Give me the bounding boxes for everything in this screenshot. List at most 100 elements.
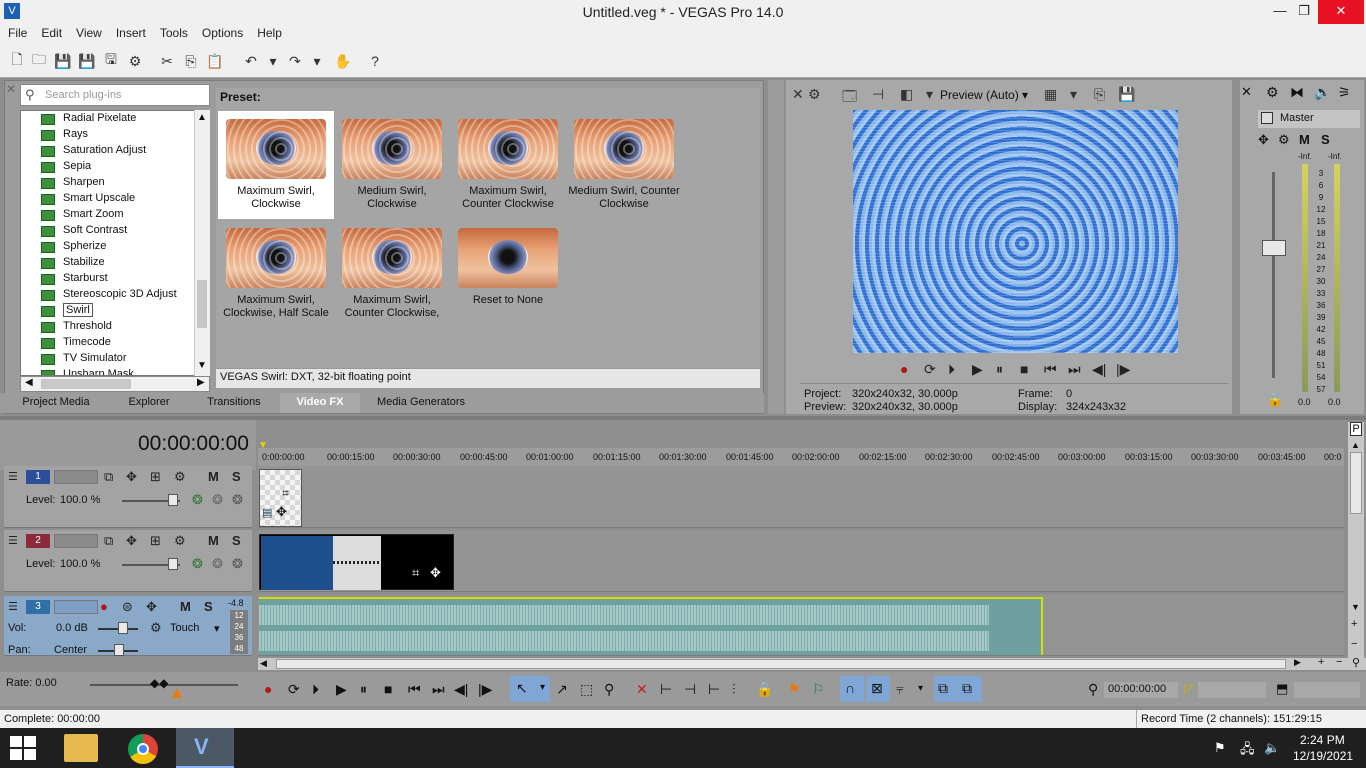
hscroll-thumb[interactable] — [41, 379, 131, 389]
scroll-right-icon[interactable]: ▶ — [1294, 657, 1301, 668]
list-item[interactable]: Saturation Adjust — [41, 144, 146, 160]
parent-compositing-icon[interactable]: ❂ — [212, 492, 223, 508]
clock-date[interactable]: 12/19/2021 — [1293, 749, 1353, 763]
crop-icon[interactable]: ⌗ — [282, 486, 289, 501]
redo-icon[interactable]: ↷ — [286, 52, 304, 70]
zoom-out-icon[interactable]: − — [1336, 656, 1342, 668]
chevron-down-icon[interactable]: ▾ — [918, 683, 923, 694]
fx-icon[interactable]: ✥ — [1258, 132, 1269, 148]
selection-edit-icon[interactable]: ⬚ — [580, 681, 593, 698]
play-icon[interactable]: ▶ — [972, 361, 983, 378]
volume-slider-handle[interactable] — [118, 622, 128, 634]
list-item[interactable]: Unsharp Mask — [41, 368, 134, 375]
collapse-icon[interactable]: ☰ — [8, 534, 18, 547]
solo-button[interactable]: S — [204, 599, 213, 614]
mute-button[interactable]: M — [208, 533, 219, 548]
mute-button[interactable]: M — [1299, 132, 1310, 147]
solo-button[interactable]: S — [1321, 132, 1330, 147]
scroll-right-icon[interactable]: ▶ — [197, 377, 205, 388]
plugin-tree-hscrollbar[interactable]: ◀ ▶ — [20, 376, 210, 392]
pause-icon[interactable]: ⏸ — [996, 361, 1003, 378]
scroll-up-icon[interactable]: ▲ — [1351, 440, 1360, 450]
lock-icon[interactable]: 🔒 — [756, 681, 773, 698]
external-monitor-icon[interactable]: 🗔 — [842, 86, 857, 110]
auto-crossfade-button[interactable]: ⊠ — [866, 676, 890, 702]
menu-options[interactable]: Options — [194, 24, 249, 40]
scroll-down-icon[interactable]: ▼ — [1351, 602, 1360, 612]
volume-icon[interactable]: 🔈 — [1264, 740, 1280, 756]
preset-thumbnail[interactable]: Maximum Swirl, Counter Clockwise — [450, 111, 566, 219]
level-slider-handle[interactable] — [168, 494, 178, 506]
grid-icon[interactable]: ▦ — [1044, 86, 1057, 103]
stop-icon[interactable]: ■ — [384, 681, 392, 697]
menu-file[interactable]: File — [0, 24, 33, 40]
open-icon[interactable]: 🗀 — [30, 51, 48, 70]
timeline-hscrollbar[interactable]: ◀ ▶ + − ⚲ — [258, 656, 1366, 670]
gear-icon[interactable]: ⚙ — [808, 86, 821, 103]
zoom-in-icon[interactable]: + — [1318, 656, 1324, 668]
save-icon[interactable]: 💾 — [54, 52, 72, 70]
solo-button[interactable]: S — [232, 533, 241, 548]
plugin-tree-scrollbar[interactable]: ▲ ▼ — [194, 110, 210, 376]
selection-end-field[interactable] — [1294, 682, 1360, 698]
compositing-mode-icon[interactable]: ❂ — [192, 492, 203, 508]
delete-icon[interactable]: ✕ — [636, 681, 648, 698]
stop-icon[interactable]: ■ — [1020, 361, 1028, 377]
speaker-icon[interactable]: 🔈 — [1314, 84, 1331, 101]
enable-snapping-icon[interactable]: ✋ — [334, 52, 352, 70]
chevron-down-icon[interactable]: ▾ — [926, 86, 933, 103]
split-icon[interactable]: ⫶ — [732, 681, 736, 698]
crop-icon[interactable]: ⌗ — [412, 565, 419, 581]
make-compositing-child-icon[interactable]: ❂ — [232, 492, 243, 508]
close-icon[interactable]: ✕ — [792, 86, 804, 103]
next-frame-icon[interactable]: |▶ — [478, 681, 492, 698]
gear-icon[interactable]: ⚙ — [174, 469, 186, 485]
compositing-mode-icon[interactable]: ❂ — [192, 556, 203, 572]
track-name-field[interactable] — [54, 470, 98, 484]
trim-start-icon[interactable]: ⊣ — [684, 681, 696, 698]
invert-phase-icon[interactable]: ⊜ — [122, 599, 133, 615]
scroll-left-icon[interactable]: ◀ — [260, 658, 267, 669]
preset-thumbnail[interactable]: Maximum Swirl, Clockwise, Half Scale — [218, 220, 334, 328]
automation-mode[interactable]: Touch — [170, 622, 199, 634]
snapping-button[interactable]: ∩ — [840, 676, 864, 702]
clock-time[interactable]: 2:24 PM — [1300, 733, 1345, 747]
audio-event-clip[interactable] — [259, 597, 1043, 655]
play-from-start-icon[interactable]: ⏵ — [948, 361, 955, 378]
list-item[interactable]: Rays — [41, 128, 88, 144]
envelope-edit-icon[interactable]: ↗ — [556, 681, 568, 698]
record-icon[interactable]: ● — [900, 361, 908, 377]
collapse-icon[interactable]: ☰ — [8, 600, 18, 613]
copy-snapshot-icon[interactable]: ⎘ — [1094, 86, 1105, 103]
go-to-start-icon[interactable]: ⏮ — [1044, 361, 1057, 378]
previous-frame-icon[interactable]: ◀| — [1092, 361, 1106, 378]
menu-view[interactable]: View — [68, 24, 108, 40]
cut-icon[interactable]: ✂ — [158, 52, 176, 70]
preset-thumbnail[interactable]: Reset to None — [450, 220, 566, 328]
trim-icon[interactable]: ⊢ — [660, 681, 672, 698]
list-item[interactable]: Stabilize — [41, 256, 105, 272]
insert-marker-icon[interactable]: ⚑ — [788, 681, 801, 698]
timeline-ruler[interactable]: 0:00:00:00 00:00:15:00 00:00:30:00 00:00… — [258, 448, 1344, 466]
scroll-thumb[interactable] — [1350, 452, 1362, 514]
collapse-icon[interactable]: ☰ — [8, 470, 18, 483]
lock-icon[interactable]: 🔒 — [1267, 392, 1283, 408]
timeline-vscrollbar[interactable]: P ▲ ▼ + − — [1348, 422, 1364, 658]
menu-edit[interactable]: Edit — [33, 24, 68, 40]
network-icon[interactable]: 🖧 — [1240, 740, 1255, 762]
whats-this-help-icon[interactable]: ? — [366, 52, 384, 70]
pause-icon[interactable]: ⏸ — [360, 681, 367, 698]
split-screen-icon[interactable]: ⊣ — [872, 86, 884, 103]
plugin-search-input[interactable]: ⚲ Search plug-ins — [20, 84, 210, 106]
rate-slider-handle[interactable]: ◆◆ — [150, 676, 168, 690]
selection-length-field[interactable] — [1198, 682, 1266, 698]
gear-icon[interactable]: ⚙ — [1278, 132, 1290, 148]
go-to-end-icon[interactable]: ⏭ — [1068, 361, 1081, 378]
track-motion-icon[interactable]: ⧉ — [104, 533, 113, 549]
pan-slider-handle[interactable] — [114, 644, 124, 656]
go-to-end-icon[interactable]: ⏭ — [432, 681, 445, 698]
zoom-tool-icon[interactable]: ⚲ — [1352, 656, 1360, 669]
compositing-icon[interactable]: ⊞ — [150, 469, 161, 485]
list-item[interactable]: Threshold — [41, 320, 112, 336]
save-as-icon[interactable]: 💾 — [78, 52, 96, 70]
